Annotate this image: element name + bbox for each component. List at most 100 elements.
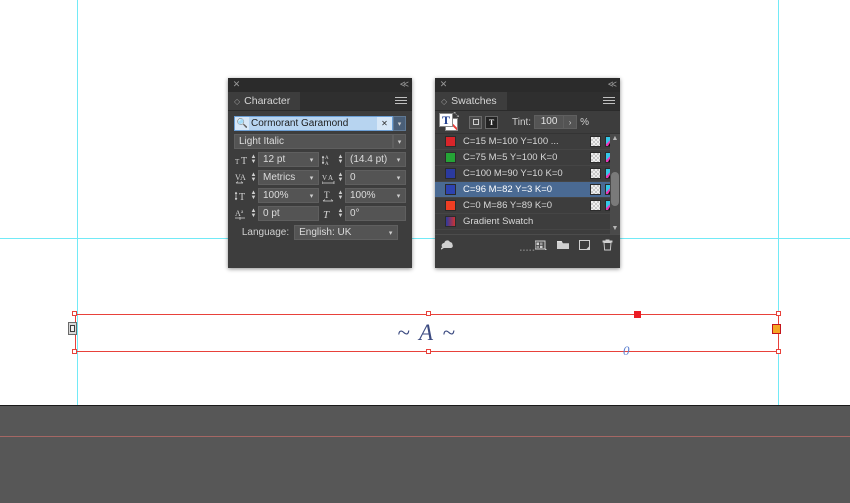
font-size-value[interactable]: 12 pt <box>259 154 305 165</box>
new-color-group-icon[interactable] <box>534 238 548 252</box>
leading-caret[interactable]: ▾ <box>392 153 405 166</box>
vertical-scale-stepper[interactable]: ▲ ▼ <box>249 188 258 203</box>
tab-character[interactable]: ◇ Character <box>228 92 301 110</box>
swatches-panel-titlebar[interactable]: ✕ ≪ <box>435 78 620 92</box>
frame-handle-top-center[interactable] <box>426 311 431 316</box>
skew-value[interactable]: 0° <box>346 208 405 219</box>
font-family-row: 🔍 Cormorant Garamond ✕ ▾ <box>234 116 406 131</box>
tab-grip-icon: ◇ <box>441 96 448 106</box>
collapse-icon[interactable]: ≪ <box>608 80 617 89</box>
font-size-caret[interactable]: ▾ <box>305 153 318 166</box>
swatch-row[interactable]: C=75 M=5 Y=100 K=0 <box>435 150 620 166</box>
fill-stroke-text-icon[interactable]: T ⤡ <box>439 112 459 131</box>
process-color-icon <box>590 136 601 147</box>
swatch-row[interactable]: C=96 M=82 Y=3 K=0 <box>435 182 620 198</box>
scrollbar-thumb[interactable] <box>611 172 619 206</box>
vertical-scale-caret[interactable]: ▾ <box>305 189 318 202</box>
font-style-dropdown-caret[interactable]: ▾ <box>393 134 406 149</box>
kerning-stepper[interactable]: ▲ ▼ <box>249 170 258 185</box>
tracking-group: VA ▲ ▼ 0 ▾ <box>321 170 406 185</box>
close-icon[interactable]: ✕ <box>439 80 448 89</box>
frame-handle-bottom-center[interactable] <box>426 349 431 354</box>
new-swatch-icon[interactable] <box>578 238 592 252</box>
swatch-color-chip <box>445 152 456 163</box>
tracking-stepper[interactable]: ▲ ▼ <box>336 170 345 185</box>
collapse-icon[interactable]: ≪ <box>400 80 409 89</box>
swatches-scrollbar[interactable]: ▲ ▼ <box>610 134 620 234</box>
text-out-port-overset-icon[interactable] <box>772 324 781 334</box>
character-panel[interactable]: ✕ ≪ ◇ Character 🔍 Cormorant Garamond ✕ ▾ <box>228 78 412 268</box>
vertical-scale-input[interactable]: 100% ▾ <box>258 188 319 203</box>
leading-input[interactable]: (14.4 pt) ▾ <box>345 152 406 167</box>
swatches-panel[interactable]: ✕ ≪ ◇ Swatches T ⤡ T Tint: 100 › % C=15 … <box>435 78 620 268</box>
format-text-button[interactable]: T <box>485 115 498 129</box>
baseline-shift-input[interactable]: 0 pt <box>258 206 319 221</box>
show-all-swatches-icon[interactable] <box>441 238 455 252</box>
leading-stepper[interactable]: ▲ ▼ <box>336 152 345 167</box>
horizontal-scale-input[interactable]: 100% ▾ <box>345 188 406 203</box>
swatch-row[interactable]: C=0 M=86 Y=89 K=0 <box>435 198 620 214</box>
font-family-value[interactable]: Cormorant Garamond <box>249 117 377 130</box>
horizontal-scale-value[interactable]: 100% <box>346 190 392 201</box>
skew-stepper[interactable]: ▲ ▼ <box>336 206 345 221</box>
kerning-group: VA ▲ ▼ Metrics ▾ <box>234 170 319 185</box>
baseline-shift-value[interactable]: 0 pt <box>259 208 318 219</box>
tint-input[interactable]: 100 <box>534 115 565 129</box>
panel-menu-icon[interactable] <box>395 97 407 106</box>
scroll-up-icon[interactable]: ▲ <box>610 134 620 144</box>
new-swatch-folder-icon[interactable] <box>556 238 570 252</box>
vertical-scale-value[interactable]: 100% <box>259 190 305 201</box>
frame-handle-top-left[interactable] <box>72 311 77 316</box>
scroll-down-icon[interactable]: ▼ <box>610 224 620 234</box>
fill-swatch[interactable]: T <box>439 113 453 127</box>
clear-font-icon[interactable]: ✕ <box>377 116 392 131</box>
svg-text:T: T <box>235 158 240 166</box>
language-select[interactable]: English: UK ▾ <box>294 225 399 240</box>
font-style-value[interactable]: Light Italic <box>235 136 392 147</box>
swatches-list[interactable]: C=15 M=100 Y=100 ... C=75 M=5 Y=100 K=0 C=… <box>435 133 620 234</box>
panel-resize-grip[interactable]: ▪▪▪▪▪ <box>520 248 536 254</box>
language-caret[interactable]: ▾ <box>384 226 397 239</box>
language-value[interactable]: English: UK <box>295 227 384 238</box>
font-size-stepper[interactable]: ▲ ▼ <box>249 152 258 167</box>
delete-swatch-icon[interactable] <box>600 238 614 252</box>
font-style-input[interactable]: Light Italic <box>234 134 393 149</box>
frame-handle-bottom-right[interactable] <box>776 349 781 354</box>
panel-menu-icon[interactable] <box>603 97 615 106</box>
guide-horizontal[interactable] <box>0 238 850 239</box>
kerning-value[interactable]: Metrics <box>259 172 305 183</box>
font-family-input[interactable]: 🔍 Cormorant Garamond ✕ <box>234 116 393 131</box>
horizontal-scale-caret[interactable]: ▾ <box>392 189 405 202</box>
frame-handle-bottom-left[interactable] <box>72 349 77 354</box>
svg-text:A: A <box>325 156 329 161</box>
process-color-icon <box>590 168 601 179</box>
kerning-input[interactable]: Metrics ▾ <box>258 170 319 185</box>
tracking-value[interactable]: 0 <box>346 172 392 183</box>
swatches-toolbar: T ⤡ T Tint: 100 › % <box>435 111 620 131</box>
text-frame-content[interactable]: ~ A ~ <box>76 315 778 351</box>
font-family-dropdown-caret[interactable]: ▾ <box>393 116 406 131</box>
frame-handle-anchor-point[interactable] <box>634 311 641 318</box>
tab-swatches[interactable]: ◇ Swatches <box>435 92 507 110</box>
swatch-row[interactable]: Gradient Swatch <box>435 214 620 230</box>
tint-dropdown-arrow[interactable]: › <box>564 115 578 129</box>
tab-character-label: Character <box>244 95 291 107</box>
swatch-row[interactable]: C=15 M=100 Y=100 ... <box>435 134 620 150</box>
close-icon[interactable]: ✕ <box>232 80 241 89</box>
frame-handle-top-right[interactable] <box>776 311 781 316</box>
format-container-button[interactable] <box>469 115 482 129</box>
tracking-input[interactable]: 0 ▾ <box>345 170 406 185</box>
character-panel-titlebar[interactable]: ✕ ≪ <box>228 78 412 92</box>
skew-input[interactable]: 0° <box>345 206 406 221</box>
swatch-name: Gradient Swatch <box>463 216 534 227</box>
leading-value[interactable]: (14.4 pt) <box>346 154 392 165</box>
kerning-caret[interactable]: ▾ <box>305 171 318 184</box>
font-size-input[interactable]: 12 pt ▾ <box>258 152 319 167</box>
swatch-row[interactable]: C=100 M=90 Y=10 K=0 <box>435 166 620 182</box>
baseline-shift-stepper[interactable]: ▲ ▼ <box>249 206 258 221</box>
horizontal-scale-stepper[interactable]: ▲ ▼ <box>336 188 345 203</box>
text-in-port-icon[interactable] <box>68 322 77 335</box>
selected-text-frame[interactable]: ~ A ~ <box>75 314 779 352</box>
swap-fill-stroke-icon[interactable]: ⤡ <box>453 112 459 120</box>
tracking-caret[interactable]: ▾ <box>392 171 405 184</box>
